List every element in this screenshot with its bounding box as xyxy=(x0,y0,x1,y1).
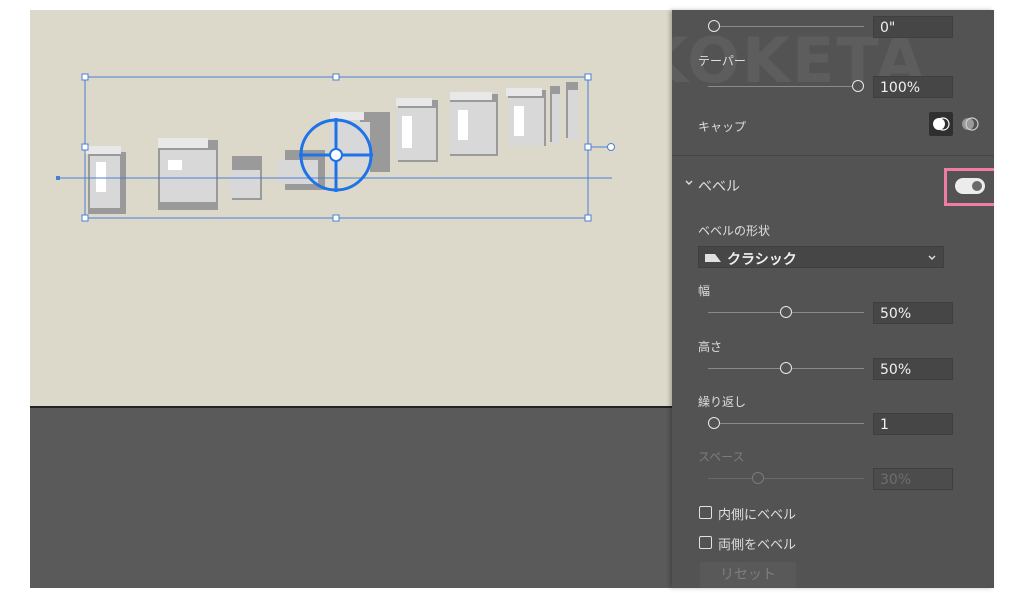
both-sides-label[interactable]: 両側をベベル xyxy=(718,534,796,553)
width-slider-knob[interactable] xyxy=(780,306,792,318)
cap-label: キャップ xyxy=(698,120,747,134)
width-field[interactable]: 50% xyxy=(873,302,953,324)
bevel-toggle[interactable] xyxy=(955,178,985,194)
repeat-label: 繰り返し xyxy=(698,395,747,409)
chevron-down-icon[interactable] xyxy=(684,177,694,191)
inner-bevel-label[interactable]: 内側にベベル xyxy=(718,504,796,523)
space-slider-knob xyxy=(752,472,764,484)
taper-label: テーパー xyxy=(698,54,746,68)
repeat-slider-track[interactable] xyxy=(708,423,864,424)
bevel-shape-dropdown[interactable]: クラシック xyxy=(698,246,944,268)
extruded-text xyxy=(85,82,578,214)
offset-slider-knob[interactable] xyxy=(708,20,720,32)
taper-field[interactable]: 100% xyxy=(873,76,953,98)
3d-text-artwork[interactable] xyxy=(30,10,672,406)
space-label: スペース xyxy=(698,450,745,464)
offset-slider-track[interactable] xyxy=(708,26,864,27)
repeat-field[interactable]: 1 xyxy=(873,413,953,435)
bevel-shape-icon xyxy=(705,254,721,262)
bevel-shape-label: ベベルの形状 xyxy=(698,224,771,238)
taper-slider-track[interactable] xyxy=(708,86,858,87)
toggle-knob xyxy=(972,181,982,191)
height-field[interactable]: 50% xyxy=(873,358,953,380)
reset-button[interactable]: リセット xyxy=(700,562,796,588)
inner-bevel-checkbox[interactable] xyxy=(699,506,712,519)
taper-slider-knob[interactable] xyxy=(852,80,864,92)
space-field: 30% xyxy=(873,468,953,490)
height-label: 高さ xyxy=(698,340,723,354)
chevron-down-icon xyxy=(928,255,936,260)
space-slider-track xyxy=(708,478,864,479)
offset-field[interactable]: 0" xyxy=(873,16,953,38)
pasteboard xyxy=(30,408,672,588)
cap-off-icon[interactable] xyxy=(958,112,982,136)
section-divider xyxy=(672,155,994,156)
width-label: 幅 xyxy=(698,284,711,298)
cap-on-icon[interactable] xyxy=(929,112,953,136)
bevel-section-title[interactable]: ベベル xyxy=(698,176,740,196)
height-slider-knob[interactable] xyxy=(780,362,792,374)
artboard xyxy=(30,10,672,408)
3d-properties-panel: KOKETA 0" テーパー 100% キャップ ベベル ベベルの形状 クラシッ… xyxy=(672,10,994,588)
bevel-shape-value: クラシック xyxy=(727,252,797,268)
both-sides-checkbox[interactable] xyxy=(699,536,712,549)
repeat-slider-knob[interactable] xyxy=(708,417,720,429)
